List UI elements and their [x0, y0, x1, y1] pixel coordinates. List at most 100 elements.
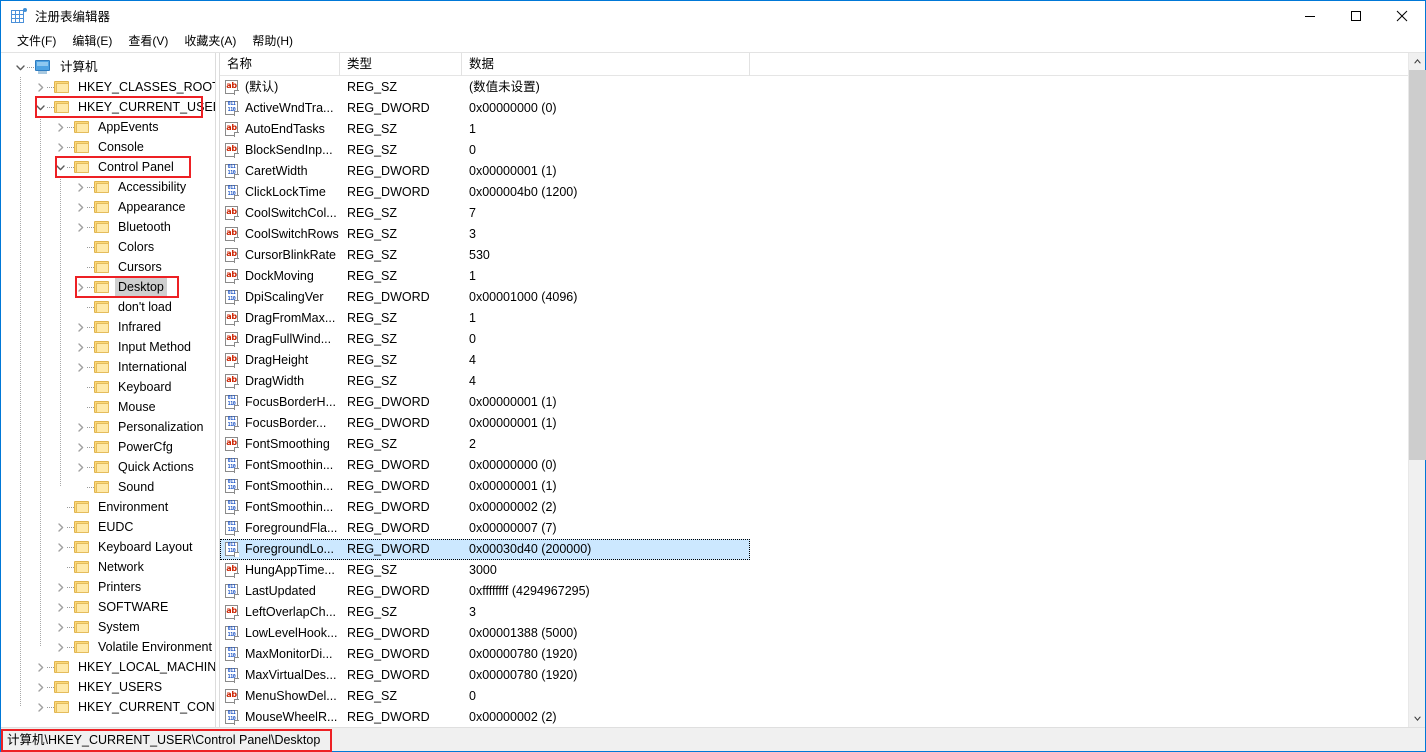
- menu-view[interactable]: 查看(V): [120, 31, 176, 51]
- tree-node-network[interactable]: Network: [1, 557, 215, 577]
- tree-node-infrared[interactable]: Infrared: [1, 317, 215, 337]
- tree-node-personalization[interactable]: Personalization: [1, 417, 215, 437]
- registry-value-row[interactable]: 011110ForegroundLo...REG_DWORD0x00030d40…: [220, 539, 750, 560]
- tree-node-colors[interactable]: Colors: [1, 237, 215, 257]
- tree-node-accessibility[interactable]: Accessibility: [1, 177, 215, 197]
- tree-node-input-method[interactable]: Input Method: [1, 337, 215, 357]
- menu-edit[interactable]: 编辑(E): [64, 31, 120, 51]
- tree-node-hkey-local-machine[interactable]: HKEY_LOCAL_MACHINE: [1, 657, 215, 677]
- chevron-right-icon[interactable]: [33, 677, 47, 697]
- tree-node-mouse[interactable]: Mouse: [1, 397, 215, 417]
- chevron-right-icon[interactable]: [53, 577, 67, 597]
- registry-value-row[interactable]: 011110LastUpdatedREG_DWORD0xffffffff (42…: [220, 581, 750, 602]
- chevron-right-icon[interactable]: [53, 517, 67, 537]
- registry-value-row[interactable]: abDragWidthREG_SZ4: [220, 371, 750, 392]
- registry-value-row[interactable]: 011110ClickLockTimeREG_DWORD0x000004b0 (…: [220, 182, 750, 203]
- registry-value-row[interactable]: abDragFullWind...REG_SZ0: [220, 329, 750, 350]
- tree-node-hkey-current-user[interactable]: HKEY_CURRENT_USER: [1, 97, 215, 117]
- scroll-thumb[interactable]: [1409, 70, 1426, 460]
- registry-value-row[interactable]: abMenuShowDel...REG_SZ0: [220, 686, 750, 707]
- chevron-right-icon[interactable]: [73, 337, 87, 357]
- chevron-right-icon[interactable]: [73, 437, 87, 457]
- chevron-right-icon[interactable]: [53, 117, 67, 137]
- chevron-right-icon[interactable]: [53, 537, 67, 557]
- chevron-right-icon[interactable]: [53, 617, 67, 637]
- chevron-right-icon[interactable]: [73, 217, 87, 237]
- tree-node-appevents[interactable]: AppEvents: [1, 117, 215, 137]
- registry-value-row[interactable]: 011110FontSmoothin...REG_DWORD0x00000000…: [220, 455, 750, 476]
- registry-value-row[interactable]: abCursorBlinkRateREG_SZ530: [220, 245, 750, 266]
- registry-tree-pane[interactable]: 计算机HKEY_CLASSES_ROOTHKEY_CURRENT_USERApp…: [1, 53, 215, 727]
- tree-node-console[interactable]: Console: [1, 137, 215, 157]
- registry-value-row[interactable]: 011110ActiveWndTra...REG_DWORD0x00000000…: [220, 98, 750, 119]
- tree-node-sound[interactable]: Sound: [1, 477, 215, 497]
- tree-node-international[interactable]: International: [1, 357, 215, 377]
- registry-value-row[interactable]: abDragFromMax...REG_SZ1: [220, 308, 750, 329]
- tree-node-bluetooth[interactable]: Bluetooth: [1, 217, 215, 237]
- chevron-right-icon[interactable]: [53, 637, 67, 657]
- tree-node-desktop[interactable]: Desktop: [1, 277, 215, 297]
- chevron-right-icon[interactable]: [33, 657, 47, 677]
- registry-values-list[interactable]: ab(默认)REG_SZ(数值未设置)011110ActiveWndTra...…: [220, 76, 1408, 727]
- registry-value-row[interactable]: 011110FocusBorderH...REG_DWORD0x00000001…: [220, 392, 750, 413]
- chevron-right-icon[interactable]: [73, 357, 87, 377]
- tree-node-environment[interactable]: Environment: [1, 497, 215, 517]
- chevron-down-icon[interactable]: [53, 157, 67, 177]
- chevron-right-icon[interactable]: [73, 457, 87, 477]
- chevron-right-icon[interactable]: [33, 77, 47, 97]
- chevron-right-icon[interactable]: [73, 317, 87, 337]
- close-button[interactable]: [1379, 1, 1425, 31]
- tree-node-printers[interactable]: Printers: [1, 577, 215, 597]
- chevron-down-icon[interactable]: [13, 57, 27, 77]
- menu-help[interactable]: 帮助(H): [244, 31, 301, 51]
- column-header-type[interactable]: 类型: [340, 53, 462, 76]
- registry-value-row[interactable]: abLeftOverlapCh...REG_SZ3: [220, 602, 750, 623]
- tree-node-cursors[interactable]: Cursors: [1, 257, 215, 277]
- chevron-right-icon[interactable]: [73, 177, 87, 197]
- registry-value-row[interactable]: 011110FontSmoothin...REG_DWORD0x00000002…: [220, 497, 750, 518]
- tree-node-volatile-environment[interactable]: Volatile Environment: [1, 637, 215, 657]
- registry-value-row[interactable]: 011110DpiScalingVerREG_DWORD0x00001000 (…: [220, 287, 750, 308]
- menu-file[interactable]: 文件(F): [9, 31, 64, 51]
- maximize-button[interactable]: [1333, 1, 1379, 31]
- chevron-right-icon[interactable]: [53, 137, 67, 157]
- registry-value-row[interactable]: 011110CaretWidthREG_DWORD0x00000001 (1): [220, 161, 750, 182]
- tree-node-eudc[interactable]: EUDC: [1, 517, 215, 537]
- minimize-button[interactable]: [1287, 1, 1333, 31]
- tree-node-software[interactable]: SOFTWARE: [1, 597, 215, 617]
- tree-node-hkey-classes-root[interactable]: HKEY_CLASSES_ROOT: [1, 77, 215, 97]
- tree-node-don-t-load[interactable]: don't load: [1, 297, 215, 317]
- chevron-right-icon[interactable]: [73, 197, 87, 217]
- registry-value-row[interactable]: 011110FocusBorder...REG_DWORD0x00000001 …: [220, 413, 750, 434]
- tree-node-quick-actions[interactable]: Quick Actions: [1, 457, 215, 477]
- tree-node-keyboard-layout[interactable]: Keyboard Layout: [1, 537, 215, 557]
- registry-value-row[interactable]: abAutoEndTasksREG_SZ1: [220, 119, 750, 140]
- registry-value-row[interactable]: abFontSmoothingREG_SZ2: [220, 434, 750, 455]
- tree-node-powercfg[interactable]: PowerCfg: [1, 437, 215, 457]
- scroll-track[interactable]: [1409, 70, 1425, 710]
- tree-node-keyboard[interactable]: Keyboard: [1, 377, 215, 397]
- chevron-right-icon[interactable]: [73, 277, 87, 297]
- scroll-up-button[interactable]: [1409, 53, 1425, 70]
- registry-value-row[interactable]: 011110MaxVirtualDes...REG_DWORD0x0000078…: [220, 665, 750, 686]
- registry-value-row[interactable]: 011110MouseWheelR...REG_DWORD0x00000002 …: [220, 707, 750, 727]
- tree-node-hkey-users[interactable]: HKEY_USERS: [1, 677, 215, 697]
- tree-node-system[interactable]: System: [1, 617, 215, 637]
- registry-value-row[interactable]: abDragHeightREG_SZ4: [220, 350, 750, 371]
- column-header-name[interactable]: 名称: [220, 53, 340, 76]
- column-header-data[interactable]: 数据: [462, 53, 750, 76]
- registry-value-row[interactable]: 011110FontSmoothin...REG_DWORD0x00000001…: [220, 476, 750, 497]
- registry-value-row[interactable]: 011110MaxMonitorDi...REG_DWORD0x00000780…: [220, 644, 750, 665]
- registry-value-row[interactable]: abBlockSendInp...REG_SZ0: [220, 140, 750, 161]
- menu-favorites[interactable]: 收藏夹(A): [176, 31, 244, 51]
- registry-value-row[interactable]: 011110LowLevelHook...REG_DWORD0x00001388…: [220, 623, 750, 644]
- chevron-right-icon[interactable]: [53, 597, 67, 617]
- registry-value-row[interactable]: abHungAppTime...REG_SZ3000: [220, 560, 750, 581]
- tree-node-control-panel[interactable]: Control Panel: [1, 157, 215, 177]
- chevron-right-icon[interactable]: [33, 697, 47, 717]
- tree-node-hkey-current-config[interactable]: HKEY_CURRENT_CONFIG: [1, 697, 215, 717]
- chevron-right-icon[interactable]: [73, 417, 87, 437]
- scroll-down-button[interactable]: [1409, 710, 1425, 727]
- chevron-down-icon[interactable]: [33, 97, 47, 117]
- tree-node-appearance[interactable]: Appearance: [1, 197, 215, 217]
